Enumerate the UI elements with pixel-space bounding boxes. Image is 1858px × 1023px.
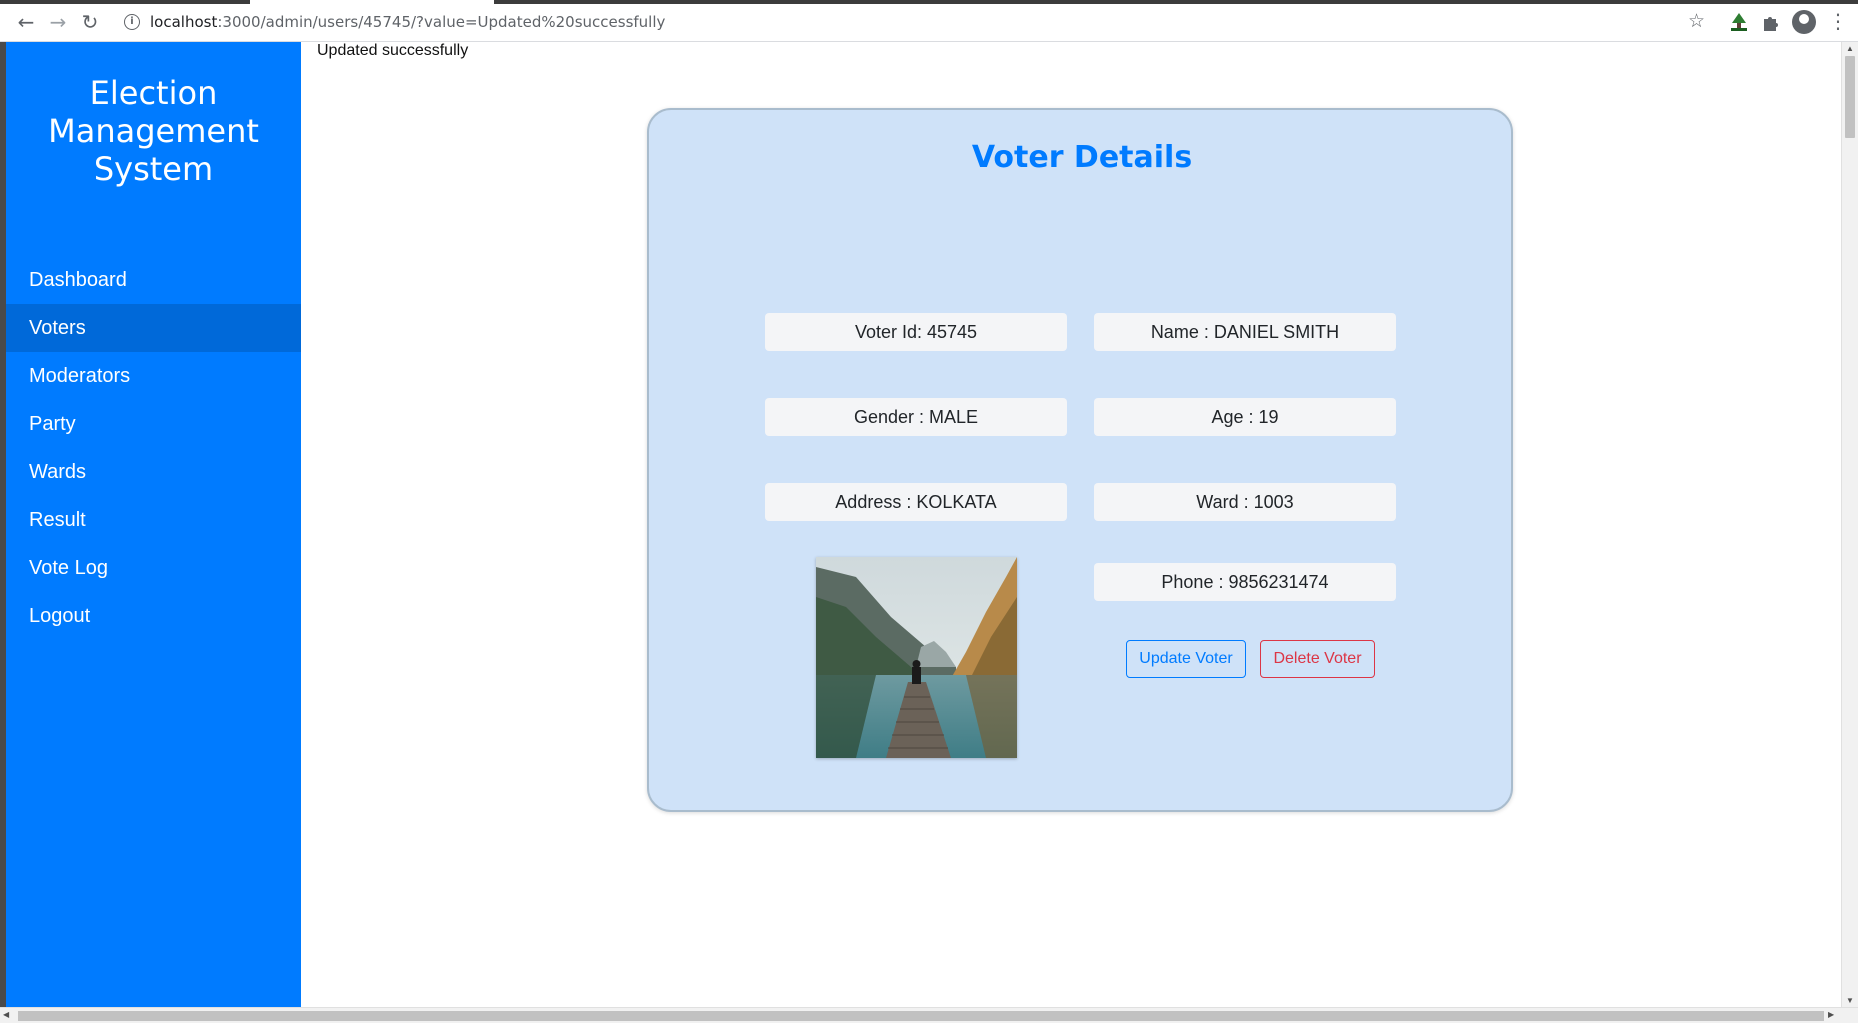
scroll-up-icon[interactable]: ▲	[1846, 44, 1854, 53]
sidebar-item-voters[interactable]: Voters	[6, 304, 301, 352]
vertical-scroll-thumb[interactable]	[1845, 56, 1855, 138]
extensions-puzzle-icon[interactable]	[1760, 11, 1782, 33]
sidebar-item-wards[interactable]: Wards	[6, 448, 301, 496]
sidebar-item-logout[interactable]: Logout	[6, 592, 301, 640]
forward-icon[interactable]: →	[46, 10, 70, 34]
gender-field: Gender : MALE	[765, 398, 1067, 436]
url-text[interactable]: localhost:3000/admin/users/45745/?value=…	[150, 13, 665, 31]
scroll-right-icon[interactable]: ▶	[1828, 1010, 1834, 1019]
scroll-down-icon[interactable]: ▼	[1846, 996, 1854, 1005]
voter-photo-image	[816, 557, 1017, 758]
kebab-menu-icon[interactable]: ⋮	[1828, 9, 1848, 33]
main-content: Updated successfully Voter Details Voter…	[301, 42, 1841, 1007]
horizontal-scroll-thumb[interactable]	[18, 1011, 1824, 1021]
sidebar-item-vote-log[interactable]: Vote Log	[6, 544, 301, 592]
bookmark-star-icon[interactable]: ☆	[1688, 10, 1705, 32]
sidebar-item-moderators[interactable]: Moderators	[6, 352, 301, 400]
sidebar: Election Management System Dashboard Vot…	[6, 42, 301, 1007]
voter-id-field: Voter Id: 45745	[765, 313, 1067, 351]
address-field: Address : KOLKATA	[765, 483, 1067, 521]
voter-photo	[816, 557, 1017, 758]
url-host: localhost	[150, 12, 218, 31]
active-tab[interactable]	[250, 0, 494, 4]
sidebar-item-dashboard[interactable]: Dashboard	[6, 256, 301, 304]
vertical-scrollbar[interactable]: ▲ ▼	[1841, 42, 1858, 1007]
back-icon[interactable]: ←	[14, 10, 38, 34]
card-title: Voter Details	[971, 140, 1193, 175]
name-field: Name : DANIEL SMITH	[1094, 313, 1396, 351]
phone-field: Phone : 9856231474	[1094, 563, 1396, 601]
ward-field: Ward : 1003	[1094, 483, 1396, 521]
horizontal-scrollbar[interactable]: ◀ ▶	[0, 1007, 1858, 1023]
sidebar-item-party[interactable]: Party	[6, 400, 301, 448]
address-bar[interactable]: i localhost:3000/admin/users/45745/?valu…	[112, 6, 1712, 37]
url-path: :3000/admin/users/45745/?value=Updated%2…	[217, 12, 666, 31]
browser-toolbar: ← → ↻ i localhost:3000/admin/users/45745…	[0, 0, 1858, 42]
tab-strip	[0, 0, 1858, 4]
extension-tree-icon[interactable]	[1728, 11, 1750, 33]
sidebar-item-result[interactable]: Result	[6, 496, 301, 544]
voter-details-card: Voter Details Voter Id: 45745 Name : DAN…	[647, 108, 1513, 812]
sidebar-nav: Dashboard Voters Moderators Party Wards …	[6, 256, 301, 640]
scroll-left-icon[interactable]: ◀	[3, 1010, 9, 1019]
update-voter-button[interactable]: Update Voter	[1126, 640, 1246, 678]
reload-icon[interactable]: ↻	[78, 10, 102, 34]
delete-voter-button[interactable]: Delete Voter	[1260, 640, 1375, 678]
app-brand-title[interactable]: Election Management System	[6, 74, 301, 188]
info-icon[interactable]: i	[124, 13, 140, 30]
brand-line-3: System	[93, 150, 214, 188]
brand-line-2: Management	[48, 112, 259, 150]
profile-avatar-icon[interactable]	[1792, 10, 1816, 34]
age-field: Age : 19	[1094, 398, 1396, 436]
flash-message: Updated successfully	[317, 42, 469, 59]
brand-line-1: Election	[89, 74, 218, 112]
